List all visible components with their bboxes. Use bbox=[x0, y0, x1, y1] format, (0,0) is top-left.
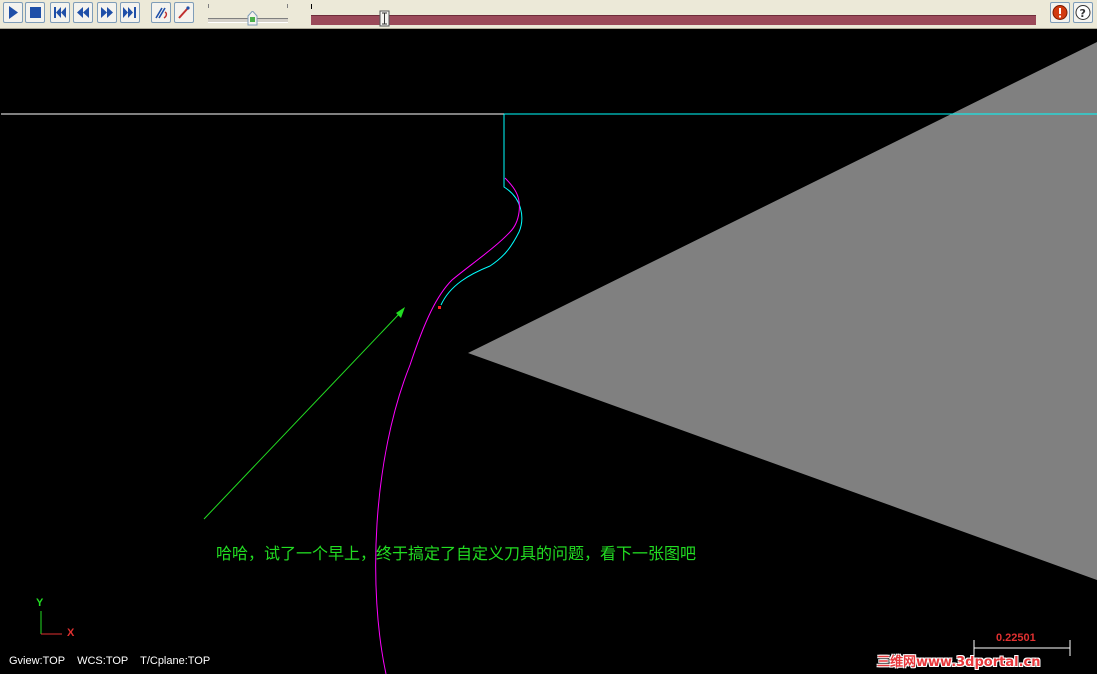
graphics-viewport[interactable] bbox=[1, 29, 1097, 674]
skip-forward-icon bbox=[123, 7, 136, 18]
axis-y-label: Y bbox=[36, 597, 44, 609]
progress-slider-thumb[interactable] bbox=[379, 10, 391, 27]
tcplane-status: T/Cplane:TOP bbox=[140, 655, 211, 667]
skip-back-icon bbox=[54, 7, 66, 18]
step-back-icon bbox=[77, 7, 89, 18]
show-tool-button[interactable] bbox=[174, 2, 194, 23]
help-button[interactable]: ? bbox=[1073, 2, 1093, 23]
speed-tick-max bbox=[287, 4, 288, 8]
backplot-toolbar: ? bbox=[0, 0, 1097, 29]
step-forward-icon bbox=[101, 7, 113, 18]
tool-tip-marker bbox=[438, 306, 441, 309]
stop-sign-icon bbox=[1052, 5, 1068, 20]
wcs-status: WCS:TOP bbox=[77, 655, 129, 667]
annotation-text: 哈哈，试了一个早上，终于搞定了自定义刀具的问题，看下一张图吧 bbox=[216, 544, 697, 563]
rewind-to-start-button[interactable] bbox=[50, 2, 70, 23]
stop-options-button[interactable] bbox=[1050, 2, 1070, 23]
axis-x-label: X bbox=[67, 627, 75, 639]
tool-arc-curve bbox=[375, 177, 520, 674]
skip-to-end-button[interactable] bbox=[120, 2, 140, 23]
show-toolpath-button[interactable] bbox=[151, 2, 171, 23]
speed-tick-min bbox=[208, 4, 209, 8]
help-icon: ? bbox=[1075, 5, 1091, 20]
view-status-bar: Gview:TOP WCS:TOP T/Cplane:TOP bbox=[9, 655, 219, 667]
step-back-button[interactable] bbox=[73, 2, 93, 23]
play-button[interactable] bbox=[3, 2, 23, 23]
tool-profile bbox=[468, 42, 1097, 580]
gview-status: Gview:TOP bbox=[9, 655, 66, 667]
speed-slider-thumb[interactable] bbox=[247, 11, 258, 26]
step-forward-button[interactable] bbox=[97, 2, 117, 23]
play-icon bbox=[9, 6, 18, 19]
svg-text:?: ? bbox=[1080, 7, 1086, 20]
watermark: 三维网www.3dportal.cn bbox=[877, 655, 1041, 670]
stop-button[interactable] bbox=[25, 2, 45, 23]
annotation-arrow-line bbox=[203, 312, 401, 520]
progress-start-tick bbox=[311, 4, 312, 9]
scale-bar-value: 0.22501 bbox=[996, 632, 1036, 644]
toolpath-icon bbox=[155, 7, 168, 19]
tool-icon bbox=[178, 6, 190, 19]
playback-progress-bar[interactable] bbox=[311, 15, 1036, 25]
stop-icon bbox=[30, 7, 41, 18]
